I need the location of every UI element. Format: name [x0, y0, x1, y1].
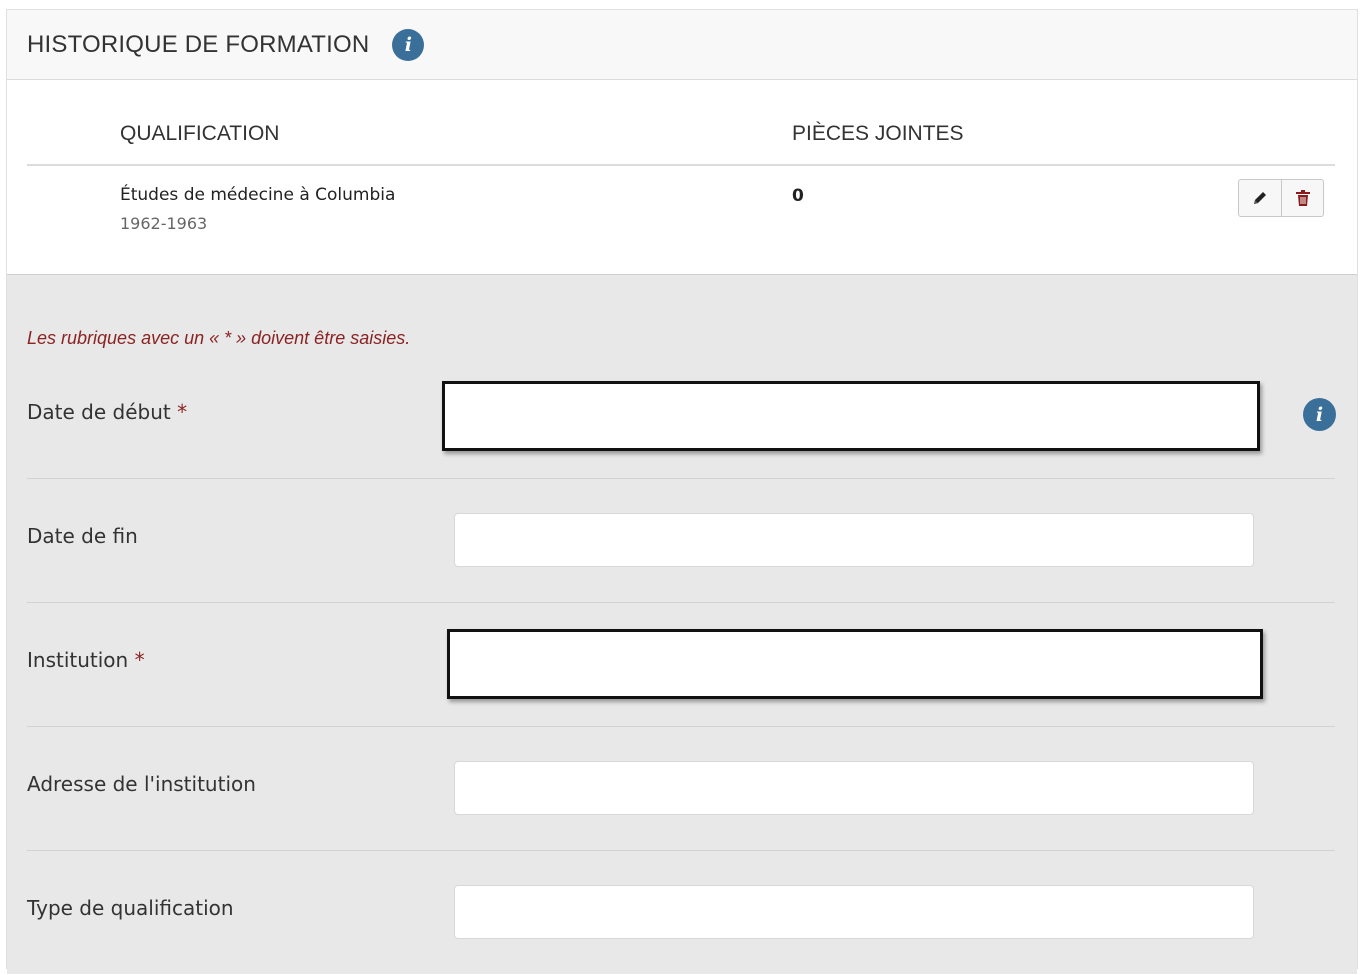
trash-icon [1295, 190, 1310, 206]
end-date-input[interactable] [454, 513, 1254, 567]
form-row-institution: Institution * [27, 603, 1335, 727]
form-row-institution-address: Adresse de l'institution [27, 727, 1335, 851]
institution-address-input[interactable] [454, 761, 1254, 815]
start-date-label: Date de début * [27, 400, 188, 424]
form-row-qualification-type: Type de qualification [27, 851, 1335, 975]
table-cell-years: 1962-1963 [120, 214, 208, 233]
info-icon[interactable]: i [1303, 398, 1336, 431]
institution-label: Institution * [27, 648, 145, 672]
institution-address-label: Adresse de l'institution [27, 772, 256, 796]
institution-input[interactable] [447, 629, 1263, 699]
form-row-start-date: Date de début * i [27, 355, 1336, 479]
table-cell-qualification: Études de médecine à Columbia [120, 185, 396, 205]
qualification-table: QUALIFICATION PIÈCES JOINTES Études de m… [7, 80, 1357, 274]
required-fields-note: Les rubriques avec un « * » doivent être… [27, 328, 411, 348]
column-header-qualification: QUALIFICATION [120, 122, 280, 145]
column-header-attachments: PIÈCES JOINTES [792, 122, 964, 145]
delete-button[interactable] [1281, 180, 1323, 216]
panel-title: HISTORIQUE DE FORMATION [27, 30, 370, 58]
row-actions [1238, 179, 1324, 217]
training-history-panel: HISTORIQUE DE FORMATION i QUALIFICATION … [6, 9, 1358, 974]
panel-header: HISTORIQUE DE FORMATION i [7, 10, 1357, 80]
end-date-label: Date de fin [27, 524, 138, 548]
qualification-type-label: Type de qualification [27, 896, 234, 920]
training-form: Les rubriques avec un « * » doivent être… [7, 274, 1357, 974]
qualification-type-input[interactable] [454, 885, 1254, 939]
start-date-input[interactable] [442, 381, 1260, 451]
info-icon[interactable]: i [392, 28, 425, 61]
form-row-end-date: Date de fin [27, 479, 1335, 603]
table-header-divider [27, 164, 1335, 166]
edit-icon [1254, 192, 1266, 204]
edit-button[interactable] [1239, 180, 1281, 216]
table-cell-attachments: 0 [792, 186, 804, 206]
